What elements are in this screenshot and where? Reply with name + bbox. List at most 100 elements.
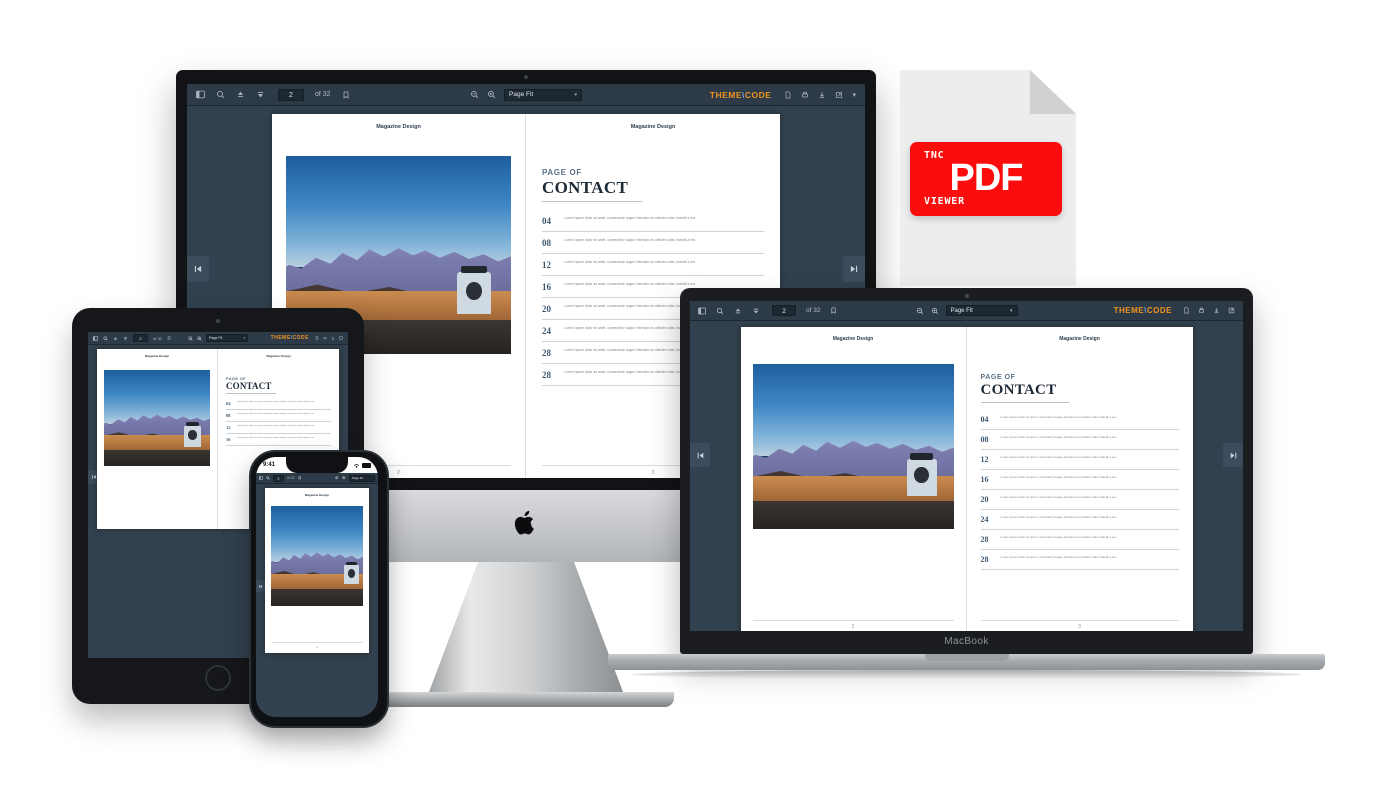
zoom-scale-select[interactable]: Page Fit ▾ bbox=[206, 334, 248, 342]
zoom-in-icon[interactable] bbox=[197, 335, 202, 341]
page-up-icon[interactable] bbox=[113, 336, 118, 341]
page-down-icon[interactable] bbox=[752, 307, 760, 315]
download-icon[interactable] bbox=[818, 91, 826, 99]
open-in-new-icon[interactable] bbox=[835, 91, 843, 99]
contact-entry-text: Lorem ipsum dolor sit amet, consectetur … bbox=[237, 437, 315, 439]
download-icon[interactable] bbox=[331, 336, 335, 340]
brand-logo: THEME \ CODE bbox=[710, 90, 772, 100]
bookmark-icon[interactable] bbox=[298, 476, 302, 480]
prev-page-button[interactable] bbox=[187, 256, 209, 282]
prev-page-button[interactable] bbox=[690, 443, 710, 467]
contact-entry-row: 12 Lorem ipsum dolor sit amet, consectetu… bbox=[980, 450, 1179, 470]
zoom-scale-value: Page Fit bbox=[209, 336, 223, 340]
zoom-out-icon[interactable] bbox=[916, 307, 924, 315]
landscape-photo bbox=[104, 370, 210, 466]
print-icon[interactable] bbox=[323, 336, 327, 340]
page-right-header: Magazine Design bbox=[630, 124, 676, 130]
print-icon[interactable] bbox=[1198, 307, 1205, 314]
page-down-icon[interactable] bbox=[123, 336, 128, 341]
macbook-camera bbox=[964, 294, 969, 298]
contact-entry-text: Lorem ipsum dolor sit amet, consectetur … bbox=[1000, 475, 1117, 479]
pdf-viewer-macbook: 2 of 32 Page Fit ▾ THEME \ CODE Magazine… bbox=[690, 301, 1243, 631]
photo-vehicle bbox=[457, 265, 491, 315]
sidebar-toggle-icon[interactable] bbox=[196, 90, 205, 99]
page-number-input[interactable]: 2 bbox=[772, 305, 796, 316]
zoom-scale-select[interactable]: Page Fit ▾ bbox=[504, 88, 582, 101]
chevron-down-icon: ▾ bbox=[243, 336, 245, 340]
macbook-shadow bbox=[632, 670, 1301, 679]
zoom-in-icon[interactable] bbox=[931, 307, 939, 315]
page-up-icon[interactable] bbox=[734, 307, 742, 315]
page-left-header: Magazine Design bbox=[832, 336, 874, 342]
search-icon[interactable] bbox=[716, 307, 724, 315]
contact-entry-row: 20 Lorem ipsum dolor sit amet, consectetu… bbox=[980, 490, 1179, 510]
logo-theme-text: THEME bbox=[709, 89, 743, 100]
page-right-footer: 3 bbox=[980, 620, 1179, 630]
bookmark-icon[interactable] bbox=[167, 336, 171, 340]
landscape-photo bbox=[752, 364, 954, 529]
macbook-notch bbox=[924, 654, 1009, 661]
contact-entry-number: 08 bbox=[542, 237, 551, 248]
logo-theme-text: THEME bbox=[1113, 306, 1145, 315]
footer-rule bbox=[271, 642, 363, 643]
prev-page-button[interactable] bbox=[256, 580, 265, 592]
pdf-page-spread: Magazine Design bbox=[265, 488, 369, 653]
iphone-screen: 9:41 2 of 32 Page Fit Magazine Design 2 bbox=[256, 457, 378, 717]
page-footer-number: 2 bbox=[316, 645, 318, 649]
badge-top-text: TNC bbox=[924, 150, 945, 162]
zoom-out-icon[interactable] bbox=[470, 90, 479, 99]
sidebar-toggle-icon[interactable] bbox=[698, 307, 706, 315]
contact-entry-row: 08 Lorem ipsum dolor sit amet, consectetu… bbox=[980, 430, 1179, 450]
contact-entry-row: 12 Lorem ipsum dolor sit amet, consectetu… bbox=[226, 422, 331, 434]
print-icon[interactable] bbox=[801, 91, 809, 99]
page-down-icon[interactable] bbox=[256, 90, 265, 99]
pdf-page-right: Magazine Design PAGE OF CONTACT 04 Lorem … bbox=[966, 327, 1193, 631]
wifi-icon bbox=[353, 457, 360, 474]
more-options-icon[interactable]: ▾ bbox=[852, 91, 856, 99]
open-in-new-icon[interactable] bbox=[1228, 307, 1235, 314]
photo-road bbox=[752, 500, 954, 529]
contact-entry-number: 24 bbox=[542, 325, 551, 336]
pdf-badge: TNC PDF VIEWER bbox=[910, 142, 1062, 216]
chevron-down-icon: ▾ bbox=[574, 91, 577, 98]
bookmark-icon[interactable] bbox=[830, 307, 837, 314]
pdf-file-icon: TNC PDF VIEWER bbox=[900, 70, 1076, 286]
zoom-in-icon[interactable] bbox=[487, 90, 496, 99]
brand-logo: THEME \ CODE bbox=[1114, 306, 1172, 315]
document-properties-icon[interactable] bbox=[784, 90, 792, 99]
zoom-out-icon[interactable] bbox=[188, 335, 193, 341]
logo-code-text: CODE bbox=[292, 335, 309, 341]
zoom-scale-value: Page Fit bbox=[950, 307, 973, 314]
document-properties-icon[interactable] bbox=[1183, 307, 1190, 314]
zoom-scale-select[interactable]: Page Fit bbox=[349, 474, 375, 482]
zoom-out-icon[interactable] bbox=[335, 476, 339, 480]
download-icon[interactable] bbox=[1213, 307, 1220, 314]
next-page-button[interactable] bbox=[843, 256, 865, 282]
toolbar-right-group: THEME \ CODE ▾ bbox=[710, 90, 856, 100]
page-left-footer: 2 bbox=[752, 620, 954, 630]
contact-entry-number: 20 bbox=[542, 303, 551, 314]
zoom-scale-select[interactable]: Page Fit ▾ bbox=[945, 305, 1018, 316]
search-icon[interactable] bbox=[103, 335, 108, 341]
footer-rule bbox=[752, 620, 954, 621]
mockup-stage: 2 of 32 Page Fit ▾ THEME \ CODE ▾ Magazi… bbox=[0, 0, 1400, 800]
page-left-header: Magazine Design bbox=[376, 124, 421, 130]
page-up-icon[interactable] bbox=[236, 90, 245, 99]
zoom-in-icon[interactable] bbox=[342, 476, 346, 480]
home-button-icon[interactable] bbox=[205, 665, 231, 691]
contact-entry-text: Lorem ipsum dolor sit amet, consectetur … bbox=[237, 425, 315, 427]
search-icon[interactable] bbox=[216, 90, 225, 99]
bookmark-icon[interactable] bbox=[342, 91, 350, 99]
sidebar-toggle-icon[interactable] bbox=[93, 335, 98, 341]
sidebar-toggle-icon[interactable] bbox=[259, 476, 263, 480]
page-number-input[interactable]: 2 bbox=[278, 88, 304, 101]
search-icon[interactable] bbox=[266, 476, 270, 480]
document-properties-icon[interactable] bbox=[315, 336, 319, 340]
page-number-input[interactable]: 2 bbox=[273, 474, 284, 482]
next-page-button[interactable] bbox=[1223, 443, 1243, 467]
toolbar-left-group: 2 of 32 bbox=[698, 305, 837, 316]
page-number-input[interactable]: 2 bbox=[133, 334, 148, 342]
contact-entry-number: 28 bbox=[980, 535, 989, 544]
open-in-new-icon[interactable] bbox=[339, 336, 343, 340]
page-total-label: of 32 bbox=[287, 476, 295, 480]
